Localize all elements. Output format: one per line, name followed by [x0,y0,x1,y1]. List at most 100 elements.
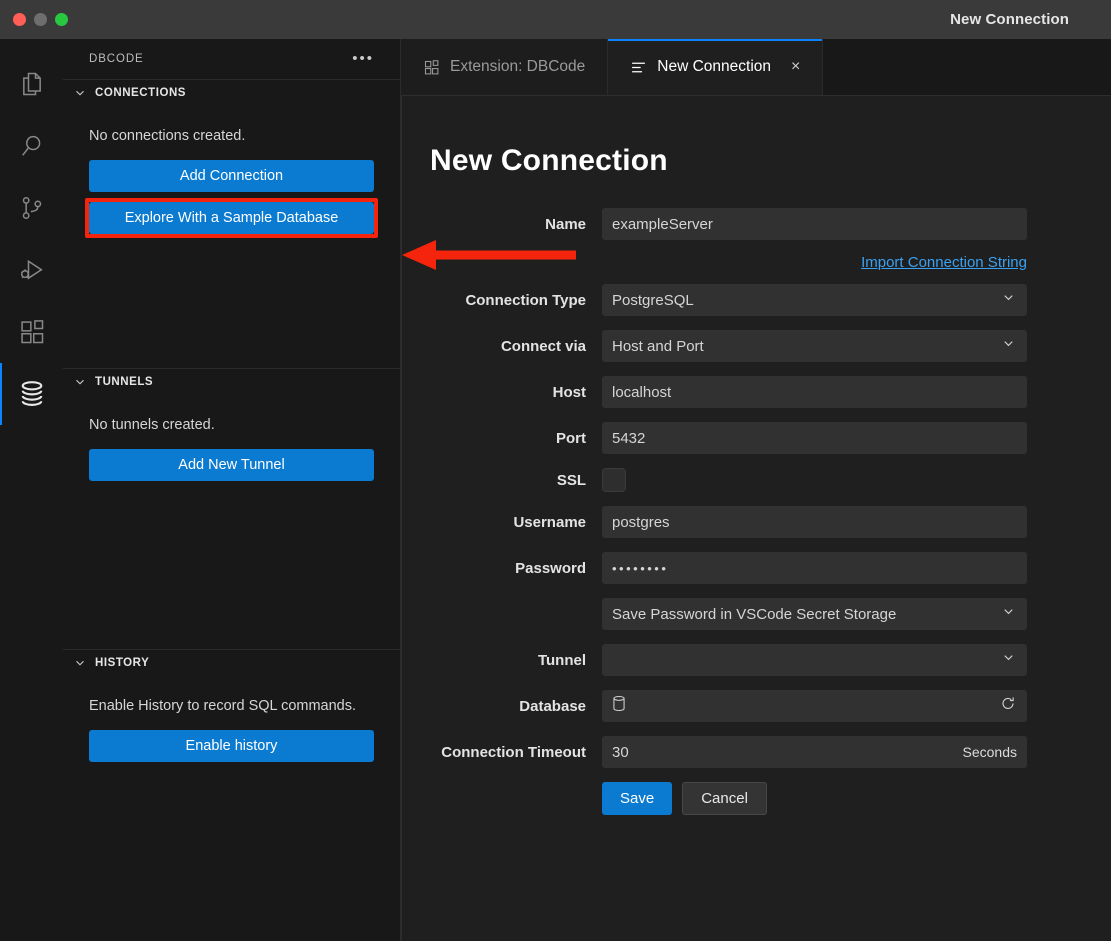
search-icon [18,132,46,160]
run-debug-icon [18,256,46,284]
sidebar-section-history: HISTORY Enable History to record SQL com… [63,649,400,941]
label-connection-timeout: Connection Timeout [402,744,602,761]
tab-bar-filler [823,39,1111,95]
section-header-tunnels[interactable]: TUNNELS [63,369,400,395]
label-connect-via: Connect via [402,338,602,355]
activity-item-search[interactable] [0,115,63,177]
import-connection-string-link[interactable]: Import Connection String [861,254,1027,271]
sidebar-section-tunnels: TUNNELS No tunnels created. Add New Tunn… [63,368,400,649]
database-cylinder-icon [612,696,626,717]
connection-type-select[interactable]: PostgreSQL [602,284,1027,316]
connect-via-select[interactable]: Host and Port [602,330,1027,362]
label-username: Username [402,514,602,531]
activity-bar [0,39,63,941]
section-label-tunnels: TUNNELS [95,376,153,388]
field-row-tunnel: Tunnel [402,644,1067,676]
form-actions: Save Cancel [402,782,1067,815]
form-label-spacer [402,782,602,815]
section-header-history[interactable]: HISTORY [63,650,400,676]
label-host: Host [402,384,602,401]
activity-item-dbcode[interactable] [0,363,63,425]
app-window: New Connection [0,0,1111,941]
tunnels-empty-note: No tunnels created. [89,395,374,449]
field-row-name: Name exampleServer [402,208,1067,240]
password-storage-select[interactable]: Save Password in VSCode Secret Storage [602,598,1027,630]
tab-bar: Extension: DBCode New Connection × [401,39,1111,95]
title-bar: New Connection [0,0,1111,39]
highlight-box-explore-sample-database: Explore With a Sample Database [85,198,378,238]
explore-sample-database-button[interactable]: Explore With a Sample Database [89,202,374,234]
activity-item-source-control[interactable] [0,177,63,239]
section-label-connections: CONNECTIONS [95,87,186,99]
field-row-username: Username postgres [402,506,1067,538]
section-body-connections: No connections created. Add Connection E… [63,106,400,238]
page-title: New Connection [402,96,1111,178]
field-row-connection-type: Connection Type PostgreSQL [402,284,1067,316]
label-port: Port [402,430,602,447]
form-icon [630,59,647,76]
extensions-icon [423,59,440,76]
name-input[interactable]: exampleServer [602,208,1027,240]
more-actions-icon[interactable]: ••• [352,55,374,63]
section-label-history: HISTORY [95,657,149,669]
field-row-ssl: SSL [402,468,1067,492]
chevron-down-icon [73,86,87,100]
window-title: New Connection [0,0,1069,39]
label-password: Password [402,560,602,577]
host-input[interactable]: localhost [602,376,1027,408]
label-name: Name [402,216,602,233]
form-label-spacer [402,254,602,272]
close-icon[interactable]: × [791,59,800,75]
field-row-database: Database [402,690,1067,722]
side-bar: DBCODE ••• CONNECTIONS No connections cr… [63,39,401,941]
add-connection-button[interactable]: Add Connection [89,160,374,192]
chevron-down-icon [73,375,87,389]
cancel-button[interactable]: Cancel [682,782,767,815]
connection-timeout-unit: Seconds [963,744,1017,760]
window-title-text: New Connection [950,11,1069,28]
sidebar-section-connections: CONNECTIONS No connections created. Add … [63,79,400,368]
refresh-icon[interactable] [1000,696,1016,717]
label-ssl: SSL [402,472,602,489]
field-row-password: Password •••••••• [402,552,1067,584]
connection-form-panel: New Connection Name exampleServer Import… [401,95,1111,941]
activity-item-run-and-debug[interactable] [0,239,63,301]
sidebar-title: DBCODE [89,53,144,65]
activity-item-extensions[interactable] [0,301,63,363]
port-input[interactable]: 5432 [602,422,1027,454]
connection-form: Name exampleServer Import Connection Str… [402,178,1111,815]
extensions-icon [18,318,46,346]
section-header-connections[interactable]: CONNECTIONS [63,80,400,106]
tab-extension-dbcode[interactable]: Extension: DBCode [401,39,608,95]
save-button[interactable]: Save [602,782,672,815]
database-input[interactable] [602,690,1027,722]
field-row-password-storage: Save Password in VSCode Secret Storage [402,598,1067,630]
sidebar-header: DBCODE ••• [63,39,400,79]
label-tunnel: Tunnel [402,652,602,669]
label-connection-type: Connection Type [402,292,602,309]
enable-history-button[interactable]: Enable history [89,730,374,762]
field-row-connection-timeout: Connection Timeout 30 Seconds [402,736,1067,768]
field-row-port: Port 5432 [402,422,1067,454]
username-input[interactable]: postgres [602,506,1027,538]
connections-empty-note: No connections created. [89,106,374,160]
chevron-down-icon [73,656,87,670]
section-body-tunnels: No tunnels created. Add New Tunnel [63,395,400,481]
add-new-tunnel-button[interactable]: Add New Tunnel [89,449,374,481]
history-empty-note: Enable History to record SQL commands. [89,676,374,730]
activity-item-explorer[interactable] [0,53,63,115]
tab-label: Extension: DBCode [450,58,585,76]
ssl-checkbox[interactable] [602,468,626,492]
label-database: Database [402,698,602,715]
field-row-connect-via: Connect via Host and Port [402,330,1067,362]
source-control-icon [18,194,46,222]
password-input[interactable]: •••••••• [602,552,1027,584]
import-connection-string-row: Import Connection String [402,254,1067,272]
tab-label: New Connection [657,58,771,76]
tab-new-connection[interactable]: New Connection × [608,39,823,95]
field-row-host: Host localhost [402,376,1067,408]
files-icon [18,70,46,98]
section-body-history: Enable History to record SQL commands. E… [63,676,400,762]
tunnel-select[interactable] [602,644,1027,676]
editor-area: Extension: DBCode New Connection × New C… [401,39,1111,941]
